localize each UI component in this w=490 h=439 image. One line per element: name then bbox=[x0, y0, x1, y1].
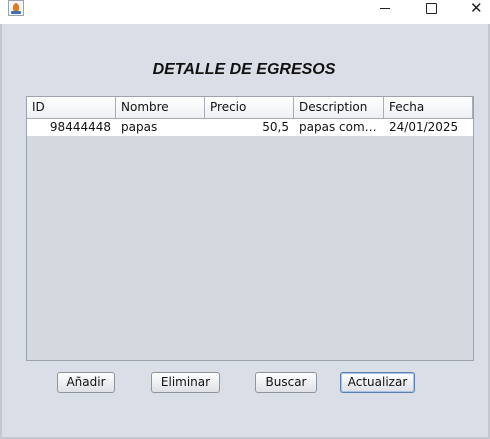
add-button[interactable]: Añadir bbox=[57, 372, 115, 393]
cell-precio[interactable]: 50,5 bbox=[205, 119, 294, 136]
maximize-button[interactable] bbox=[408, 0, 454, 18]
minimize-button[interactable] bbox=[362, 0, 408, 18]
title-bar: ✕ bbox=[0, 0, 490, 24]
column-header-nombre[interactable]: Nombre bbox=[116, 97, 205, 118]
cell-id[interactable]: 98444448 bbox=[27, 119, 116, 136]
cell-fecha[interactable]: 24/01/2025 bbox=[384, 119, 473, 136]
close-button[interactable]: ✕ bbox=[452, 0, 490, 18]
page-title: DETALLE DE EGRESOS bbox=[152, 61, 336, 78]
column-header-fecha[interactable]: Fecha bbox=[384, 97, 473, 118]
delete-button[interactable]: Eliminar bbox=[151, 372, 220, 393]
update-button[interactable]: Actualizar bbox=[340, 372, 415, 393]
table-header: ID Nombre Precio Description Fecha bbox=[27, 97, 473, 119]
java-coffee-cup-icon[interactable] bbox=[8, 0, 24, 16]
table-row[interactable]: 98444448 papas 50,5 papas comp... 24/01/… bbox=[27, 119, 473, 136]
cell-nombre[interactable]: papas bbox=[116, 119, 205, 136]
cell-description[interactable]: papas comp... bbox=[294, 119, 384, 136]
table-scroll-pane[interactable]: ID Nombre Precio Description Fecha 98444… bbox=[26, 96, 474, 361]
column-header-description[interactable]: Description bbox=[294, 97, 384, 118]
maximize-icon bbox=[426, 3, 437, 14]
minimize-icon bbox=[380, 8, 390, 9]
close-icon: ✕ bbox=[470, 0, 483, 17]
search-button[interactable]: Buscar bbox=[255, 372, 317, 393]
column-header-precio[interactable]: Precio bbox=[205, 97, 294, 118]
column-header-id[interactable]: ID bbox=[27, 97, 116, 118]
